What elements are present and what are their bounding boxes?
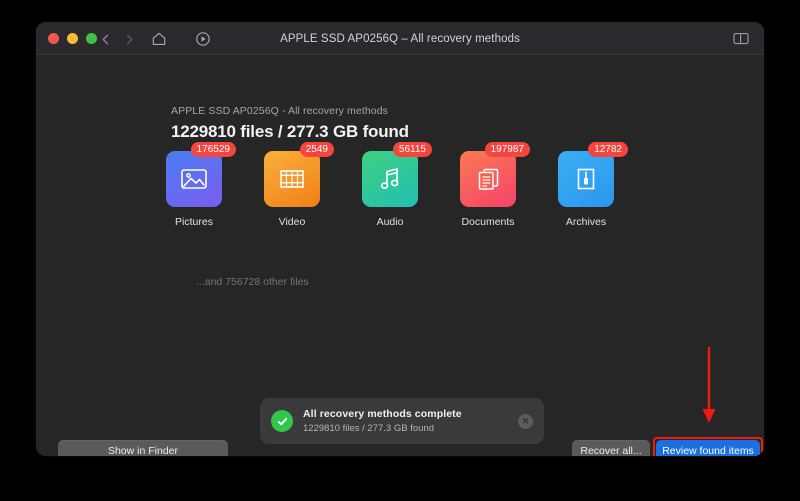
window-titlebar: APPLE SSD AP0256Q – All recovery methods [36,22,764,55]
success-check-icon [271,410,293,432]
notification-text: All recovery methods complete 1229810 fi… [303,408,518,434]
sidebar-toggle-button[interactable] [730,29,752,48]
chevron-left-icon [102,34,108,44]
documents-icon [478,168,498,190]
documents-tile-art: 197987 [460,142,530,207]
other-files-note: ...and 756728 other files [196,276,309,288]
video-label: Video [278,216,306,228]
music-note-icon [380,168,399,189]
category-tile-audio[interactable]: 56115 Audio [362,142,432,228]
audio-label: Audio [376,216,404,228]
archives-tile-art: 12782 [558,142,628,207]
forward-button[interactable] [118,29,140,49]
review-found-items-button[interactable]: Review found items [656,440,760,456]
archives-label: Archives [565,216,607,228]
pictures-tile-art: 176529 [166,142,236,207]
category-tiles: 176529 Pictures 2549 Video 56115 Audio 1… [166,142,628,228]
category-tile-pictures[interactable]: 176529 Pictures [166,142,236,228]
category-tile-documents[interactable]: 197987 Documents [460,142,530,228]
minimize-window-button[interactable] [67,33,78,44]
pictures-label: Pictures [175,216,213,228]
window-title: APPLE SSD AP0256Q – All recovery methods [280,32,520,45]
video-tile-art: 2549 [264,142,334,207]
film-strip-icon [280,170,304,188]
sidebar-toggle-icon [733,33,749,45]
navigation-buttons [94,29,140,49]
results-header: APPLE SSD AP0256Q - All recovery methods… [171,105,409,142]
audio-count-badge: 56115 [392,142,432,157]
pictures-count-badge: 176529 [190,142,236,157]
chevron-right-icon [126,34,132,44]
documents-count-badge: 197987 [484,142,530,157]
archive-zip-icon [577,168,595,190]
window-content: APPLE SSD AP0256Q - All recovery methods… [36,55,764,456]
completion-notification: All recovery methods complete 1229810 fi… [260,398,544,444]
recover-all-button[interactable]: Recover all... [572,440,650,456]
down-arrow-icon [702,347,716,423]
toolbar-icons [148,28,214,50]
disk-scan-icon [196,32,210,46]
category-tile-video[interactable]: 2549 Video [264,142,334,228]
check-glyph-icon [277,417,287,425]
back-button[interactable] [94,29,116,49]
results-subtitle: APPLE SSD AP0256Q - All recovery methods [171,105,389,117]
archives-count-badge: 12782 [588,142,628,157]
results-title: 1229810 files / 277.3 GB found [171,122,409,141]
video-count-badge: 2549 [299,142,334,157]
notification-subtitle: 1229810 files / 277.3 GB found [303,423,434,434]
app-window: APPLE SSD AP0256Q – All recovery methods… [36,22,764,456]
audio-tile-art: 56115 [362,142,432,207]
documents-label: Documents [461,216,515,228]
notification-close-button[interactable]: ✕ [518,413,533,429]
notification-title: All recovery methods complete [303,408,462,420]
category-tile-archives[interactable]: 12782 Archives [558,142,628,228]
close-window-button[interactable] [48,33,59,44]
annotation-arrow [699,347,719,430]
home-icon [152,32,166,45]
image-icon [181,169,207,189]
traffic-lights [48,33,97,44]
home-button[interactable] [148,28,170,50]
scan-disk-button[interactable] [192,28,214,50]
show-in-finder-button[interactable]: Show in Finder [58,440,228,456]
screenshot-root: APPLE SSD AP0256Q – All recovery methods… [0,0,800,501]
